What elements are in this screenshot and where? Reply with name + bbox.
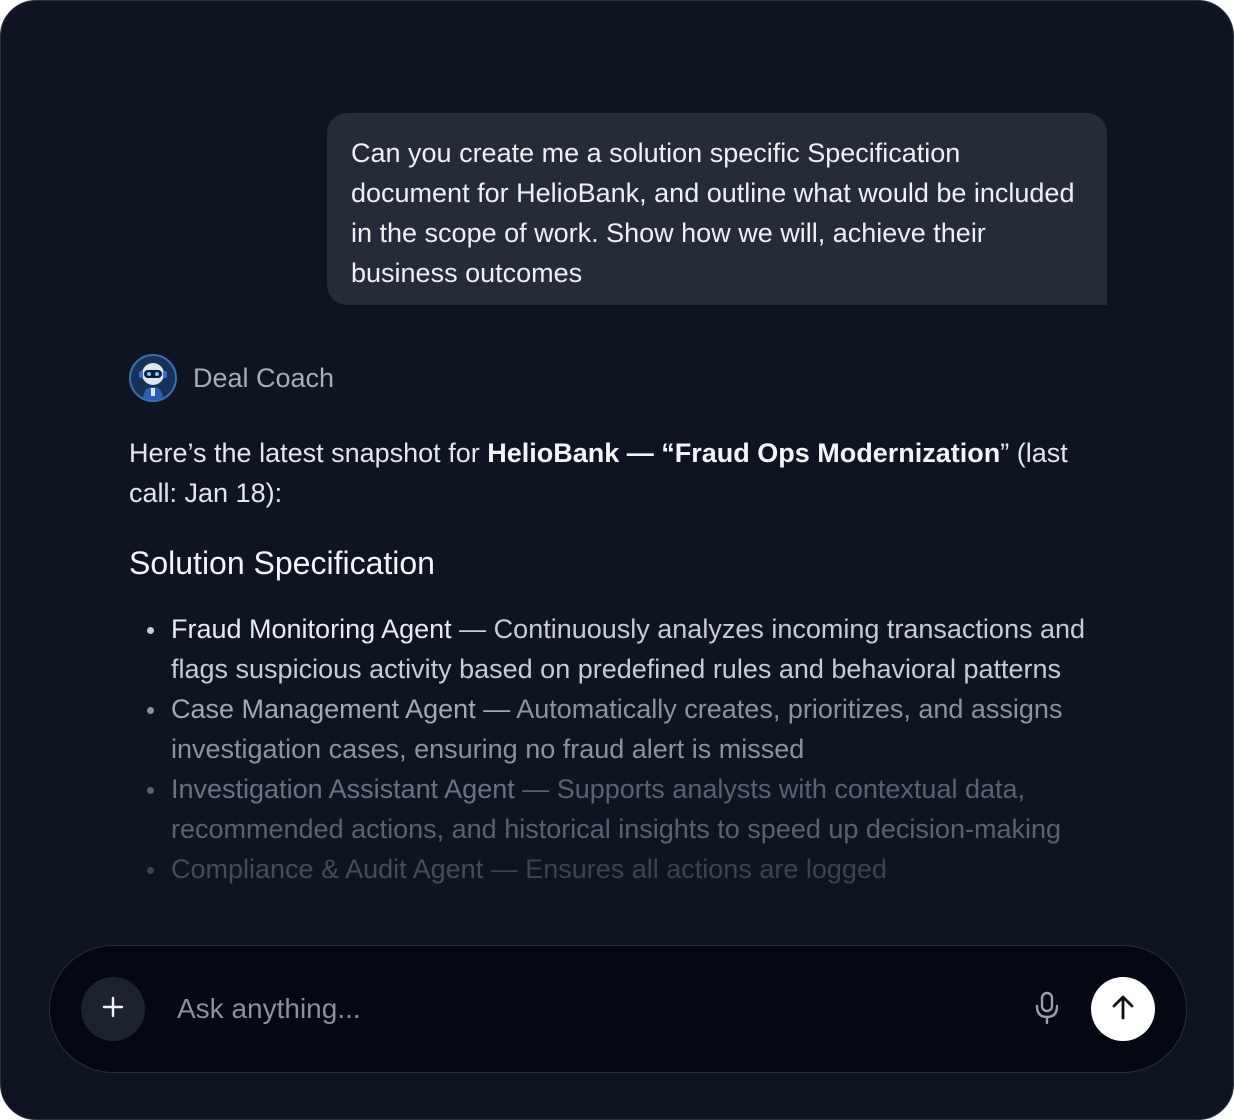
chat-window: Can you create me a solution specific Sp… [0, 0, 1234, 1120]
specification-list: Fraud Monitoring Agent — Continuously an… [129, 609, 1089, 889]
list-item: Case Management Agent — Automatically cr… [129, 689, 1089, 769]
user-message-bubble: Can you create me a solution specific Sp… [327, 113, 1107, 305]
plus-icon [101, 995, 125, 1024]
intro-deal-name: HelioBank — “Fraud Ops Modernization [487, 438, 1001, 468]
bullet-dot [147, 707, 154, 714]
intro-prefix: Here’s the latest snapshot for [129, 438, 488, 468]
list-item: Fraud Monitoring Agent — Continuously an… [129, 609, 1089, 689]
list-item-description: — Ensures all actions are logged [483, 854, 887, 884]
bullet-dot [147, 787, 154, 794]
message-composer [49, 945, 1187, 1073]
list-item: Compliance & Audit Agent — Ensures all a… [129, 849, 1089, 889]
bullet-dot [147, 867, 154, 874]
assistant-intro: Here’s the latest snapshot for HelioBank… [129, 433, 1089, 513]
list-item-title: Case Management Agent — [171, 694, 511, 724]
list-item-title: Fraud Monitoring Agent [171, 614, 452, 644]
user-message-text: Can you create me a solution specific Sp… [351, 138, 1075, 288]
send-button[interactable] [1091, 977, 1155, 1041]
assistant-name: Deal Coach [193, 362, 335, 393]
add-attachment-button[interactable] [81, 977, 145, 1041]
ask-input[interactable] [177, 986, 997, 1032]
microphone-icon [1034, 991, 1060, 1030]
arrow-up-icon [1109, 993, 1137, 1026]
section-heading: Solution Specification [129, 545, 435, 581]
list-item: Investigation Assistant Agent — Supports… [129, 769, 1089, 849]
bullet-dot [147, 627, 154, 634]
assistant-header: Deal Coach [129, 354, 334, 402]
list-item-title: Compliance & Audit Agent [171, 854, 484, 884]
robot-avatar-icon [129, 354, 177, 402]
list-item-title: Investigation Assistant Agent [171, 774, 515, 804]
microphone-button[interactable] [1029, 990, 1065, 1030]
